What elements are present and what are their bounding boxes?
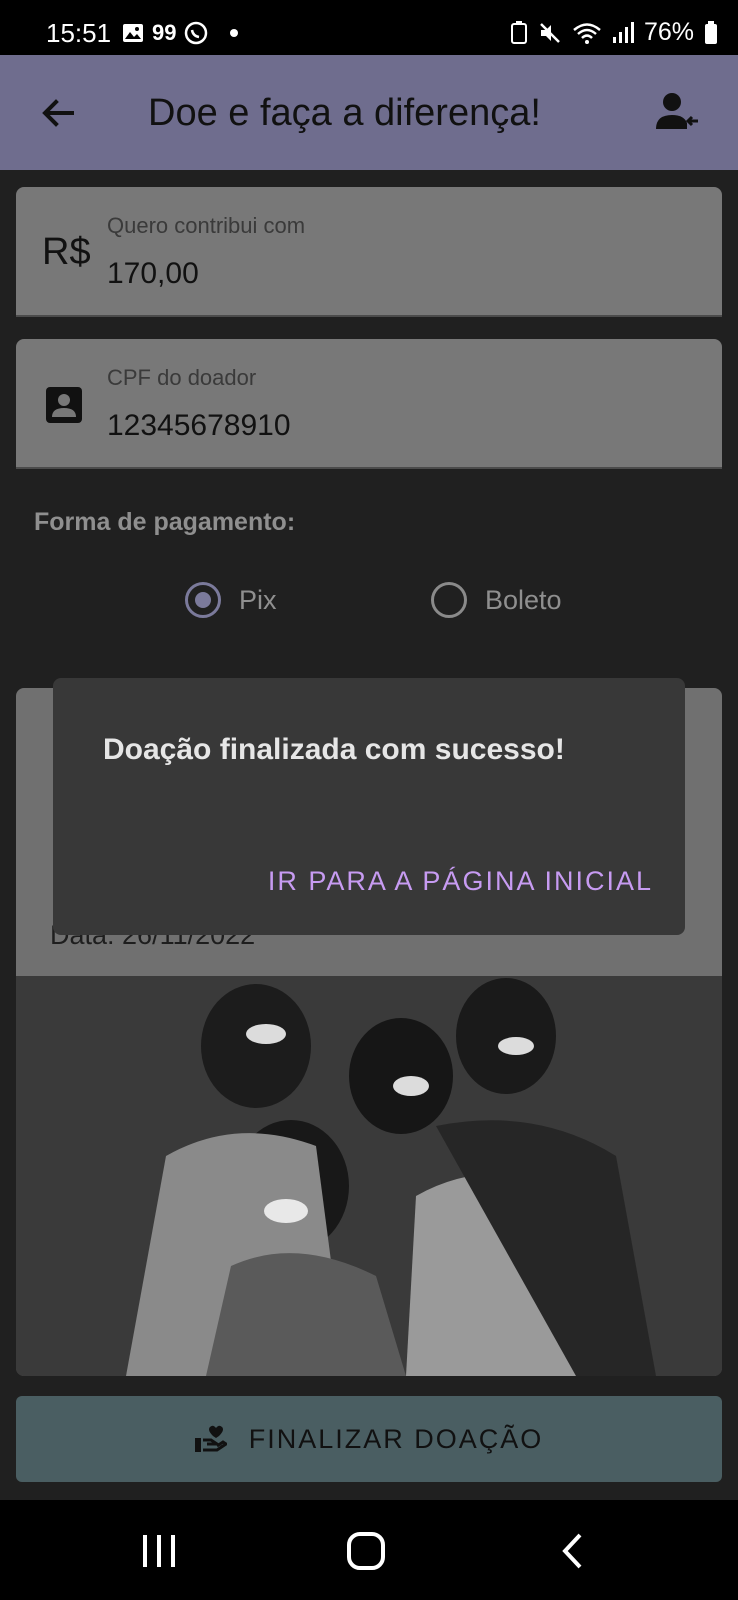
cpf-label: CPF do doador	[107, 365, 257, 390]
status-time: 15:51	[46, 18, 112, 48]
radio-pix-label: Pix	[239, 584, 277, 615]
battery-percent: 76%	[643, 18, 694, 46]
dialog-message: Doação finalizada com sucesso!	[103, 733, 565, 766]
photo-illustration	[16, 976, 722, 1376]
notification-badge: 99	[152, 20, 177, 45]
app-bar: Doe e faça a diferença!	[0, 55, 738, 170]
system-icons: 76%	[510, 18, 718, 47]
page-title: Doe e faça a diferença!	[148, 92, 541, 134]
amount-value[interactable]: 170,00	[107, 257, 199, 291]
signal-icon	[612, 21, 634, 43]
children-photo	[16, 976, 722, 1376]
go-home-button[interactable]: IR PARA A PÁGINA INICIAL	[268, 866, 653, 897]
currency-prefix: R$	[42, 231, 91, 273]
success-dialog: Doação finalizada com sucesso! IR PARA A…	[53, 678, 685, 935]
amount-label: Quero contribui com	[107, 213, 306, 238]
finalize-donation-button[interactable]: FINALIZAR DOAÇÃO	[16, 1396, 722, 1482]
cpf-field[interactable]: CPF do doador 12345678910	[16, 339, 722, 469]
cpf-value[interactable]: 12345678910	[107, 409, 291, 443]
radio-boleto[interactable]: Boleto	[431, 582, 562, 618]
wifi-icon	[573, 22, 601, 44]
radio-boleto-circle[interactable]	[431, 582, 467, 618]
amount-field[interactable]: R$ Quero contribui com 170,00	[16, 187, 722, 317]
back-arrow-icon[interactable]	[36, 91, 80, 135]
volunteer-heart-icon	[194, 1425, 227, 1452]
radio-pix-circle[interactable]	[185, 582, 221, 618]
notification-icons: 99	[122, 20, 239, 46]
system-nav-bar	[0, 1500, 738, 1600]
battery-saver-icon	[510, 20, 527, 44]
person-add-icon[interactable]	[654, 91, 704, 135]
gallery-icon	[123, 24, 143, 42]
home-icon[interactable]	[346, 1531, 386, 1571]
back-nav-icon[interactable]	[560, 1533, 584, 1569]
whatsapp-icon	[185, 21, 208, 45]
recent-apps-icon[interactable]	[141, 1533, 177, 1569]
dot-icon	[230, 29, 239, 37]
payment-method-label: Forma de pagamento:	[34, 508, 296, 536]
radio-boleto-label: Boleto	[485, 584, 562, 615]
mute-icon	[540, 22, 560, 43]
contact-card-icon	[46, 387, 82, 423]
status-bar: 15:51 99 76%	[0, 0, 738, 55]
finalize-donation-label: FINALIZAR DOAÇÃO	[248, 1423, 544, 1454]
battery-icon	[705, 20, 717, 44]
radio-pix[interactable]: Pix	[185, 582, 277, 618]
